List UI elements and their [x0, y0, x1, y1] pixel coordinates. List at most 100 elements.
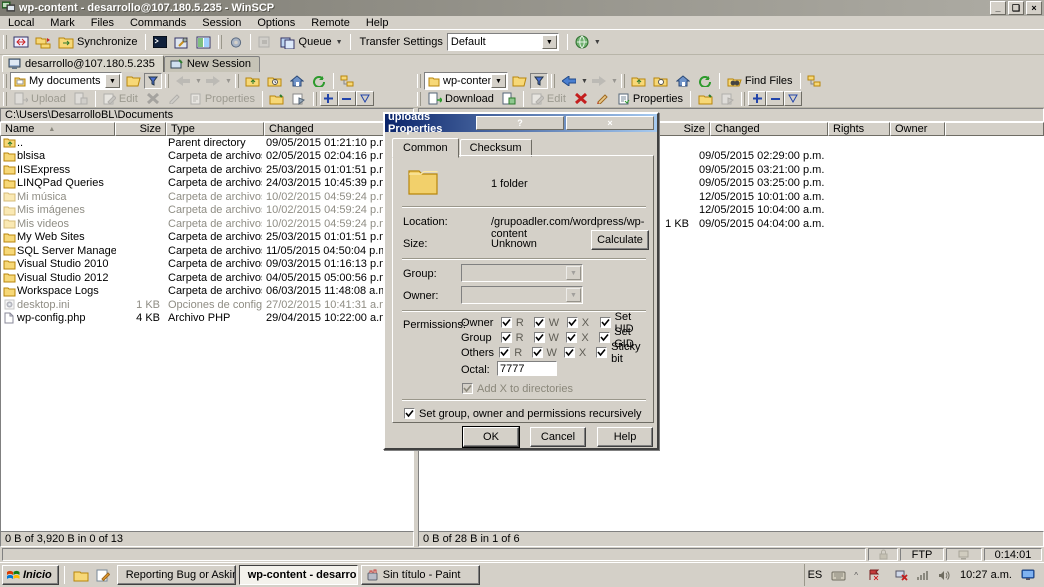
- synchronize-button[interactable]: Synchronize: [54, 32, 142, 52]
- delete-icon[interactable]: [142, 89, 164, 109]
- column-header-changed[interactable]: Changed: [710, 122, 828, 136]
- local-file-row[interactable]: wp-config.php4 KBArchivo PHP29/04/2015 1…: [1, 312, 414, 326]
- toolbar-grip[interactable]: [3, 35, 7, 49]
- perm-checkbox[interactable]: [534, 332, 545, 343]
- panel-layout-icon[interactable]: [193, 32, 215, 52]
- new-link-icon[interactable]: [716, 89, 738, 109]
- local-file-row[interactable]: Workspace LogsCarpeta de archivos06/03/2…: [1, 285, 414, 299]
- selection-filter-icon[interactable]: [784, 91, 802, 106]
- column-header-name[interactable]: Name ▲: [0, 122, 115, 136]
- select-add-icon[interactable]: [320, 91, 338, 106]
- volume-icon[interactable]: [933, 565, 955, 585]
- session-tab-active[interactable]: desarrollo@107.180.5.235: [2, 55, 164, 72]
- combo-arrow-icon[interactable]: ▼: [542, 35, 557, 49]
- local-file-row[interactable]: ..Parent directory09/05/2015 01:21:10 p.…: [1, 136, 414, 150]
- language-indicator[interactable]: ES: [808, 569, 823, 581]
- perm-checkbox[interactable]: [532, 347, 543, 358]
- offline-flag-icon[interactable]: [863, 565, 885, 585]
- tray-monitor-icon[interactable]: [1017, 565, 1039, 585]
- upload-button[interactable]: Upload: [10, 89, 70, 109]
- column-header-owner[interactable]: Owner: [890, 122, 945, 136]
- local-file-row[interactable]: IISExpressCarpeta de archivos25/03/2015 …: [1, 163, 414, 177]
- preferences-icon[interactable]: [171, 32, 193, 52]
- filter-icon[interactable]: [144, 73, 162, 89]
- quicklaunch-explorer-icon[interactable]: [70, 565, 92, 585]
- menu-options[interactable]: Options: [249, 17, 303, 29]
- column-header-type[interactable]: Type: [166, 122, 264, 136]
- task-paint[interactable]: Sin título - Paint: [361, 565, 480, 585]
- task-winscp[interactable]: wp-content - desarrol...: [239, 565, 358, 585]
- disconnected-network-icon[interactable]: [890, 565, 912, 585]
- calculate-button[interactable]: Calculate: [591, 230, 649, 250]
- compare-directories-icon[interactable]: [10, 32, 32, 52]
- local-file-row[interactable]: SQL Server Manageme...Carpeta de archivo…: [1, 244, 414, 258]
- perm-extra-checkbox[interactable]: [596, 347, 607, 358]
- rename-icon[interactable]: [592, 89, 614, 109]
- column-header-size[interactable]: Size: [650, 122, 710, 136]
- new-folder-icon[interactable]: [266, 89, 288, 109]
- menu-commands[interactable]: Commands: [122, 17, 194, 29]
- octal-input[interactable]: [497, 361, 557, 376]
- new-link-icon[interactable]: [288, 89, 310, 109]
- keyboard-icon[interactable]: [827, 565, 849, 585]
- remote-drive-combo[interactable]: wp-content ▼: [424, 72, 508, 90]
- local-file-row[interactable]: Visual Studio 2010Carpeta de archivos09/…: [1, 258, 414, 272]
- quicklaunch-editor-icon[interactable]: [92, 565, 114, 585]
- close-button[interactable]: ×: [1026, 1, 1042, 15]
- download-background-icon[interactable]: [498, 89, 520, 109]
- tab-common[interactable]: Common: [392, 138, 459, 158]
- local-file-row[interactable]: Mis videosCarpeta de archivos10/02/2015 …: [1, 217, 414, 231]
- dialog-close-icon[interactable]: ×: [566, 116, 654, 130]
- perm-extra-checkbox[interactable]: [599, 332, 610, 343]
- local-file-row[interactable]: Mi músicaCarpeta de archivos10/02/2015 0…: [1, 190, 414, 204]
- perm-checkbox[interactable]: [499, 347, 510, 358]
- column-header-size[interactable]: Size: [115, 122, 166, 136]
- select-remove-icon[interactable]: [338, 91, 356, 106]
- group-combo[interactable]: ▼: [461, 264, 583, 282]
- menu-help[interactable]: Help: [358, 17, 397, 29]
- column-header-rights[interactable]: Rights: [828, 122, 890, 136]
- help-button[interactable]: Help: [597, 427, 653, 447]
- local-drive-combo[interactable]: My documents ▼: [10, 72, 122, 90]
- local-file-row[interactable]: Mis imágenesCarpeta de archivos10/02/201…: [1, 204, 414, 218]
- perm-extra-checkbox[interactable]: [600, 317, 611, 328]
- menu-remote[interactable]: Remote: [303, 17, 358, 29]
- restore-button[interactable]: ❏: [1008, 1, 1024, 15]
- local-file-row[interactable]: blsisaCarpeta de archivos02/05/2015 02:0…: [1, 150, 414, 164]
- signal-strength-icon[interactable]: [917, 571, 928, 580]
- select-add-icon[interactable]: [748, 91, 766, 106]
- select-remove-icon[interactable]: [766, 91, 784, 106]
- menu-mark[interactable]: Mark: [42, 17, 82, 29]
- perm-checkbox[interactable]: [566, 332, 577, 343]
- menu-local[interactable]: Local: [0, 17, 42, 29]
- start-button[interactable]: Inicio: [2, 565, 59, 585]
- ok-button[interactable]: OK: [463, 427, 519, 447]
- owner-combo[interactable]: ▼: [461, 286, 583, 304]
- explorer-style-button[interactable]: ▼: [571, 32, 605, 52]
- selection-filter-icon[interactable]: [356, 91, 374, 106]
- recursive-checkbox[interactable]: [404, 408, 415, 419]
- rename-icon[interactable]: [164, 89, 186, 109]
- new-folder-icon[interactable]: [694, 89, 716, 109]
- minimize-button[interactable]: _: [990, 1, 1006, 15]
- local-path-bar[interactable]: C:\Users\DesarrolloBL\Documents: [0, 108, 414, 122]
- delete-icon[interactable]: [570, 89, 592, 109]
- hide-icons-chevron[interactable]: ^: [854, 571, 858, 580]
- task-chrome[interactable]: Reporting Bug or Asking ...: [117, 565, 236, 585]
- menu-files[interactable]: Files: [83, 17, 122, 29]
- refresh-icon[interactable]: [308, 71, 330, 91]
- synchronize-browsing-icon[interactable]: [32, 32, 54, 52]
- filter-icon[interactable]: [530, 73, 548, 89]
- local-file-row[interactable]: LINQPad QueriesCarpeta de archivos24/03/…: [1, 177, 414, 191]
- perm-checkbox[interactable]: [534, 317, 545, 328]
- cancel-button[interactable]: Cancel: [530, 427, 586, 447]
- perm-checkbox[interactable]: [501, 317, 512, 328]
- menu-session[interactable]: Session: [194, 17, 249, 29]
- transfer-settings-combo[interactable]: Default ▼: [447, 33, 559, 51]
- edit-button[interactable]: Edit: [527, 89, 570, 109]
- clock[interactable]: 10:27 a.m.: [960, 569, 1012, 581]
- queue-button[interactable]: Queue ▼: [276, 32, 347, 52]
- console-icon[interactable]: [149, 32, 171, 52]
- upload-background-icon[interactable]: [70, 89, 92, 109]
- add-x-checkbox[interactable]: [462, 383, 473, 394]
